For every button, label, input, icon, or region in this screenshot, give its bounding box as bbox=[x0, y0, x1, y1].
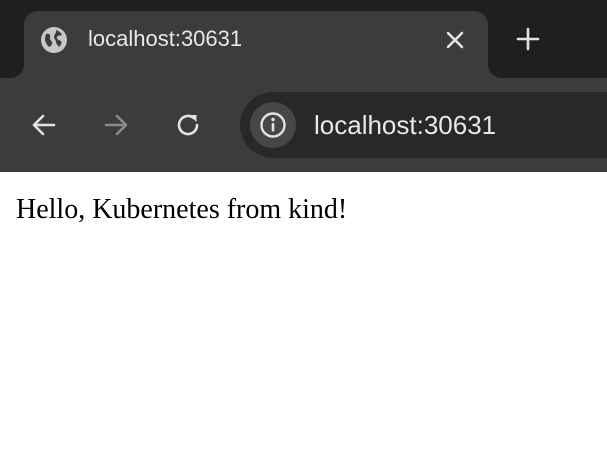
close-icon[interactable] bbox=[442, 27, 468, 53]
url-text[interactable]: localhost:30631 bbox=[314, 109, 496, 141]
reload-icon[interactable] bbox=[173, 110, 203, 140]
globe-icon bbox=[40, 26, 68, 54]
info-icon[interactable] bbox=[250, 102, 296, 148]
arrow-left-icon[interactable] bbox=[29, 110, 59, 140]
browser-window: localhost:30631 localhost:30631 Hello, K… bbox=[0, 0, 607, 464]
tab-title: localhost:30631 bbox=[88, 26, 243, 51]
address-bar[interactable]: localhost:30631 bbox=[240, 92, 607, 158]
tab-strip: localhost:30631 bbox=[0, 0, 607, 78]
toolbar: localhost:30631 bbox=[0, 78, 607, 172]
plus-icon[interactable] bbox=[514, 25, 542, 53]
active-tab[interactable]: localhost:30631 bbox=[10, 11, 502, 78]
page-viewport: Hello, Kubernetes from kind! bbox=[0, 172, 607, 464]
page-body-text: Hello, Kubernetes from kind! bbox=[16, 194, 348, 225]
arrow-right-icon[interactable] bbox=[101, 110, 131, 140]
